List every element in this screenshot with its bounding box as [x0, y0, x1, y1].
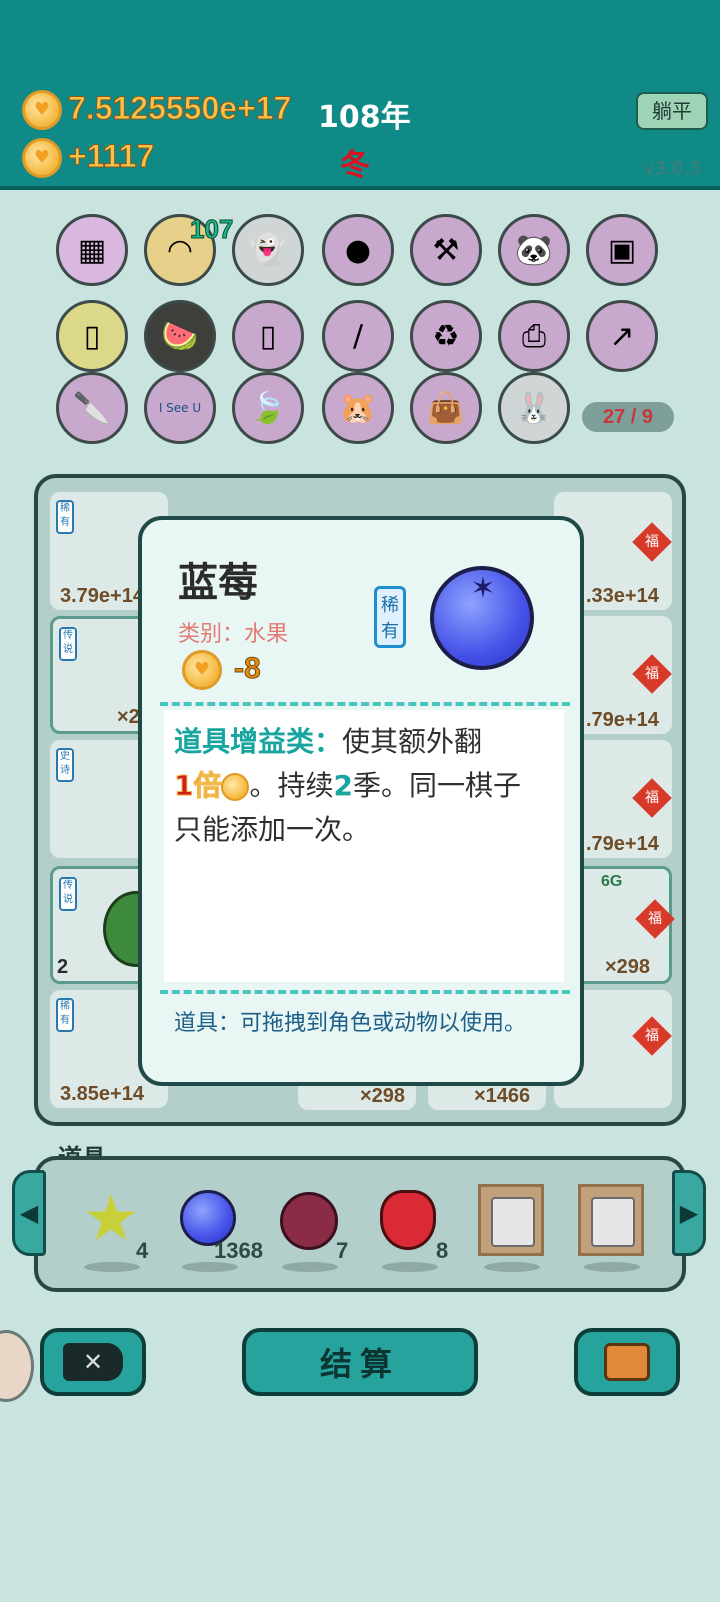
- settle-button[interactable]: 结算: [242, 1328, 478, 1396]
- briefcase-icon: [604, 1343, 650, 1381]
- top-status-bar: 7.5125550e+17 108年 +1117 冬 躺平 v3.0.3: [0, 0, 720, 190]
- screwdriver-icon[interactable]: ∕: [322, 300, 394, 372]
- item-detail-popup[interactable]: 蓝莓 类别：水果 稀有 ✶ -8 道具增益类：使其额外翻 1倍。持续2季。同一棋…: [138, 516, 584, 1086]
- hammer-icon[interactable]: ⚒: [410, 214, 482, 286]
- item-shadow: [584, 1262, 640, 1272]
- cell-value: .79e+14: [586, 833, 659, 855]
- item-count: 1368: [214, 1238, 263, 1263]
- rarity-tag: 传说: [59, 877, 77, 911]
- chevron-right-icon[interactable]: ▶: [672, 1170, 706, 1256]
- item-shadow: [382, 1262, 438, 1272]
- cell-value: 3.79e+14: [60, 585, 144, 607]
- arrow-card-icon[interactable]: ↗: [586, 300, 658, 372]
- usage-hint: 道具：可拖拽到角色或动物以使用。: [174, 1011, 527, 1036]
- copy-paste-card-icon[interactable]: [478, 1184, 544, 1256]
- item-count: 4: [136, 1238, 149, 1263]
- i-see-u-sign-icon[interactable]: I See U: [144, 372, 216, 444]
- cleaver-icon[interactable]: 🔪: [56, 372, 128, 444]
- duration: 2: [333, 769, 353, 802]
- leaf-icon[interactable]: 🍃: [232, 372, 304, 444]
- recycle-icon[interactable]: ♻: [410, 300, 482, 372]
- cell-value: ×1466: [474, 1085, 531, 1107]
- version-label: v3.0.3: [644, 158, 701, 179]
- item-shadow: [282, 1262, 338, 1272]
- cell-value: .33e+14: [586, 585, 659, 607]
- star-icon: ✶: [470, 571, 496, 606]
- coin-icon: [182, 650, 222, 690]
- crown-level: 6G: [601, 873, 623, 890]
- item-shadow: [84, 1262, 140, 1272]
- desc-text: 使其额外翻: [342, 725, 483, 758]
- fortune-badge: 福: [635, 899, 675, 939]
- item-description: 道具增益类：使其额外翻 1倍 。持续2季。同一棋子只能添加一次。: [173, 720, 546, 852]
- cell-value: .79e+14: [586, 709, 659, 731]
- panda-icon[interactable]: 🐼: [498, 214, 570, 286]
- divider: [160, 702, 570, 706]
- printer-icon[interactable]: ⎙: [498, 300, 570, 372]
- bayberry-icon[interactable]: [280, 1192, 338, 1250]
- year-label: 108年: [318, 100, 411, 135]
- rarity-tag: 史诗: [56, 748, 74, 782]
- item-count: 7: [336, 1238, 349, 1263]
- item-count: 8: [436, 1238, 449, 1263]
- bag-button[interactable]: [574, 1328, 680, 1396]
- fortune-badge: 福: [632, 1016, 672, 1056]
- item-cost: -8: [234, 652, 262, 686]
- item-title: 蓝莓: [178, 560, 258, 606]
- item-shadow: [484, 1262, 540, 1272]
- fruit-basket-icon[interactable]: 🍉: [144, 300, 216, 372]
- purse-icon[interactable]: ▣: [586, 214, 658, 286]
- cell-value: 2: [57, 956, 69, 978]
- close-button[interactable]: ✕: [40, 1328, 146, 1396]
- rarity-tag: 稀有: [56, 500, 74, 534]
- egg-icon[interactable]: ●: [322, 214, 394, 286]
- coin-icon: [221, 773, 250, 801]
- cell-value: ×298: [360, 1085, 406, 1107]
- card-pack-icon[interactable]: ▯: [56, 300, 128, 372]
- skirt-icon[interactable]: ▦: [56, 214, 128, 286]
- avatar[interactable]: [0, 1330, 34, 1402]
- coin-icon: [22, 90, 62, 130]
- badge-count: 107: [189, 214, 234, 245]
- item-category: 类别：水果: [178, 622, 289, 647]
- lie-flat-button[interactable]: 躺平: [636, 92, 708, 130]
- hamsters-icon[interactable]: 🐹: [322, 372, 394, 444]
- season-label: 冬: [340, 148, 370, 183]
- rarity-badge: 稀有: [374, 586, 406, 648]
- chevron-left-icon[interactable]: ◀: [12, 1170, 46, 1256]
- fortune-badge: 福: [632, 654, 672, 694]
- cell-value: 3.85e+14: [60, 1083, 144, 1105]
- multiplier: 1倍: [173, 769, 222, 803]
- rarity-tag: 稀有: [56, 998, 74, 1032]
- coin-icon: [22, 138, 62, 178]
- divider: [160, 990, 570, 994]
- strawberry-icon[interactable]: [380, 1190, 436, 1250]
- desc-text: 。持续: [249, 769, 334, 802]
- fortune-badge: 福: [632, 778, 672, 818]
- bag-icon[interactable]: 👜: [410, 372, 482, 444]
- effect-type: 道具增益类：: [174, 725, 343, 758]
- item-shadow: [182, 1262, 238, 1272]
- close-icon: ✕: [63, 1343, 123, 1381]
- page-indicator: 27 / 9: [582, 402, 674, 432]
- money-total: 7.5125550e+17: [67, 90, 292, 127]
- money-income: +1117: [67, 138, 155, 175]
- card-pack-icon[interactable]: ▯: [232, 300, 304, 372]
- fortune-badge: 福: [632, 522, 672, 562]
- ghost-icon[interactable]: 👻: [232, 214, 304, 286]
- rarity-tag: 传说: [59, 627, 77, 661]
- cell-value: ×298: [605, 956, 651, 978]
- bunny-icon[interactable]: 🐰: [498, 372, 570, 444]
- copy-paste-card-icon[interactable]: [578, 1184, 644, 1256]
- cell-value: ×2: [117, 706, 140, 728]
